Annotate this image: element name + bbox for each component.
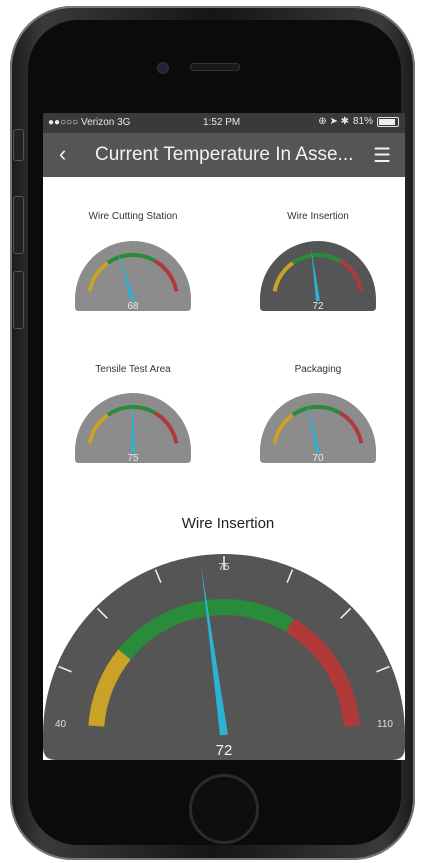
gauge-label-packaging: Packaging	[294, 364, 342, 375]
volume-up-button	[13, 196, 24, 254]
big-gauge-value: 72	[216, 742, 233, 759]
location-icon: ⊕ ➤ ✱	[318, 116, 349, 127]
big-gauge-title: Wire Insertion	[181, 515, 275, 532]
earpiece-speaker	[190, 63, 240, 71]
gauge-value: 70	[312, 453, 324, 464]
carrier-label: ●●○○○ Verizon 3G	[48, 117, 131, 128]
gauge-label-wire-cutting: Wire Cutting Station	[88, 211, 178, 222]
page-title: Current Temperature In Asse...	[95, 144, 354, 165]
status-time: 1:52 PM	[203, 117, 241, 128]
gauge-value: 72	[312, 301, 324, 312]
volume-down-button	[13, 271, 24, 329]
big-gauge-mid-label: 75	[218, 562, 230, 573]
gauge-big-wire-insertion[interactable]: 40 110 75 72	[43, 535, 405, 760]
front-camera	[157, 62, 169, 74]
big-gauge-max-label: 110	[377, 719, 393, 730]
gauge-wire-cutting[interactable]: 68	[71, 233, 195, 313]
gauge-label-tensile: Tensile Test Area	[95, 364, 171, 375]
gauge-packaging[interactable]: 70	[256, 385, 380, 465]
gauge-value: 75	[127, 453, 139, 464]
nav-bar: ‹ Current Temperature In Asse... ☰	[43, 133, 405, 177]
gauge-value: 68	[127, 301, 139, 312]
hamburger-menu-icon[interactable]: ☰	[373, 143, 391, 168]
mute-switch	[13, 129, 24, 161]
chevron-left-icon[interactable]: ‹	[59, 141, 66, 167]
battery-icon	[377, 116, 399, 127]
gauge-wire-insertion[interactable]: 72	[256, 233, 380, 313]
status-right: ⊕ ➤ ✱ 81%	[318, 116, 399, 127]
battery-percent: 81%	[352, 116, 373, 127]
app-screen: ●●○○○ Verizon 3G 1:52 PM ⊕ ➤ ✱ 81% ‹ Cur…	[43, 113, 405, 760]
status-bar: ●●○○○ Verizon 3G 1:52 PM ⊕ ➤ ✱ 81%	[43, 113, 405, 133]
home-button[interactable]	[189, 774, 259, 844]
gauge-tensile[interactable]: 75	[71, 385, 195, 465]
gauge-label-wire-insertion: Wire Insertion	[287, 211, 349, 222]
big-gauge-min-label: 40	[55, 719, 67, 730]
